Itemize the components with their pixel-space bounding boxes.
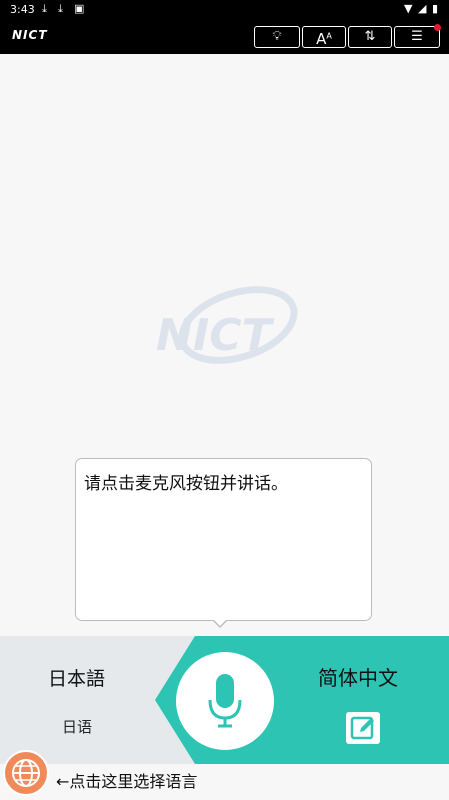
prompt-bubble: 请点击麦克风按钮并讲话。 (75, 458, 372, 621)
wifi-icon: ▼ (404, 2, 413, 15)
app-bar: NICT 💡︎ AA ⇅ ☰ (0, 20, 449, 54)
bubble-tail-inner (213, 619, 227, 626)
battery-icon: ▮ (432, 2, 439, 15)
notification-icon: ▣ (74, 2, 85, 15)
status-bar: 3:43 ⤓ ⤓ ▣ ▼ ◢ ▮ (0, 0, 449, 20)
globe-button[interactable] (3, 750, 49, 796)
microphone-button[interactable] (176, 652, 274, 750)
status-time: 3:43 (10, 3, 35, 16)
globe-icon (12, 759, 40, 787)
download-icon: ⤓ (42, 2, 47, 15)
font-size-icon: AA (316, 30, 332, 49)
microphone-icon (208, 674, 242, 728)
history-button[interactable]: ⇅ (348, 26, 392, 48)
nict-watermark-logo: NICT (156, 286, 298, 364)
font-size-button[interactable]: AA (302, 26, 346, 48)
notification-badge (434, 24, 441, 31)
menu-button[interactable]: ☰ (394, 26, 440, 48)
download-icon: ⤓ (58, 2, 63, 15)
edit-icon (350, 716, 374, 740)
tips-button[interactable]: 💡︎ (254, 26, 300, 48)
nict-logo: NICT (12, 28, 48, 42)
edit-button[interactable] (346, 712, 380, 744)
history-icon: ⇅ (364, 29, 376, 44)
lightbulb-icon: 💡︎ (272, 29, 282, 44)
menu-icon: ☰ (411, 29, 423, 44)
target-language-name[interactable]: 简体中文 (318, 662, 398, 691)
signal-icon: ◢ (418, 2, 427, 15)
prompt-text: 请点击麦克风按钮并讲话。 (84, 474, 288, 494)
svg-text:NICT: NICT (156, 310, 274, 361)
language-hint: ←点击这里选择语言 (56, 772, 198, 791)
